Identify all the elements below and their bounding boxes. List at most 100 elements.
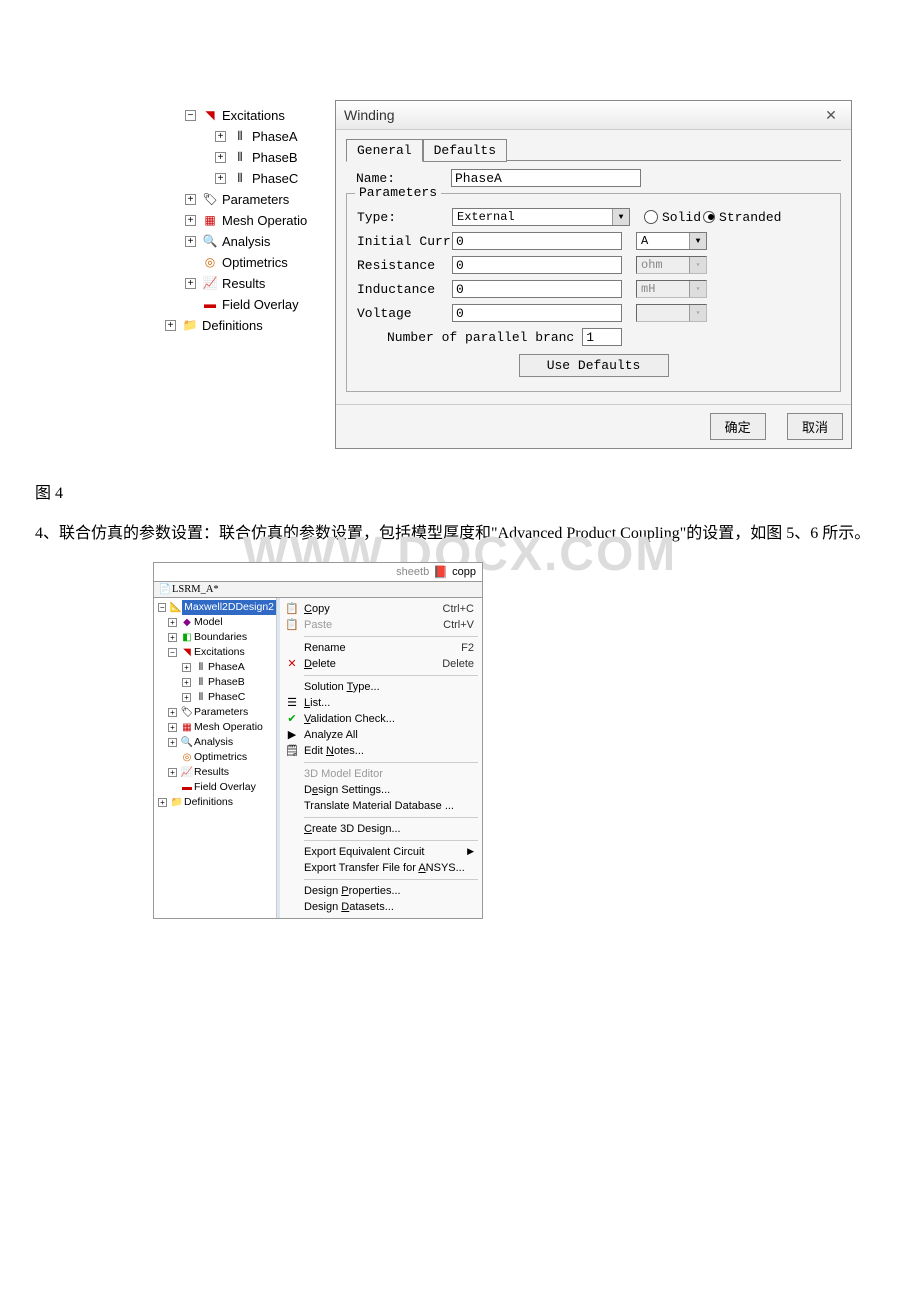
tree-node-definitions[interactable]: +📁Definitions — [160, 315, 335, 336]
name-input[interactable] — [451, 169, 641, 187]
boundary-icon: ◧ — [180, 630, 194, 645]
chevron-down-icon: ▾ — [689, 305, 706, 321]
project-tree[interactable]: −◥Excitations +⦀PhaseA +⦀PhaseB +⦀PhaseC… — [160, 100, 335, 336]
tree-node-parameters[interactable]: +🏷Parameters — [160, 189, 335, 210]
menuitem-validation[interactable]: ✔Validation Check... — [280, 711, 482, 727]
tree-node-phaseC-sm[interactable]: +⦀PhaseC — [154, 690, 276, 705]
resistance-input[interactable] — [452, 256, 622, 274]
winding-icon: ⦀ — [194, 675, 208, 690]
menuitem-export-circuit[interactable]: Export Equivalent Circuit▶ — [280, 844, 482, 860]
tree-node-parameters-sm[interactable]: +🏷Parameters — [154, 705, 276, 720]
project-name: LSRM_A* — [172, 584, 219, 595]
inductance-input[interactable] — [452, 280, 622, 298]
menuitem-edit-notes[interactable]: 🗒Edit Notes... — [280, 743, 482, 759]
menuitem-design-properties[interactable]: Design Properties... — [280, 883, 482, 899]
tree-node-definitions-sm[interactable]: +📁Definitions — [154, 795, 276, 810]
cancel-button[interactable]: 取消 — [787, 413, 843, 440]
check-icon: ✔ — [285, 712, 299, 725]
tree-node-optimetrics[interactable]: ◎Optimetrics — [160, 252, 335, 273]
tree-node-excitations[interactable]: −◥Excitations — [160, 105, 335, 126]
menuitem-3d-editor: 3D Model Editor — [280, 766, 482, 782]
parameters-legend: Parameters — [355, 185, 441, 200]
design-icon: 📐 — [169, 600, 182, 615]
winding-icon: ⦀ — [231, 126, 249, 147]
voltage-input[interactable] — [452, 304, 622, 322]
optimetrics-icon: ◎ — [201, 252, 219, 273]
tree-node-mesh[interactable]: +▦Mesh Operatio — [160, 210, 335, 231]
tree-node-mesh-sm[interactable]: +▦Mesh Operatio — [154, 720, 276, 735]
optimetrics-icon: ◎ — [180, 750, 194, 765]
folder-icon: 📕 — [433, 565, 448, 579]
folder-icon: 📁 — [170, 795, 184, 810]
tree-node-boundaries[interactable]: +◧Boundaries — [154, 630, 276, 645]
results-icon: 📈 — [201, 273, 219, 294]
initial-current-input[interactable] — [452, 232, 622, 250]
menuitem-rename[interactable]: RenameF2 — [280, 640, 482, 656]
resistance-unit: ohm▾ — [636, 256, 707, 274]
analyze-icon: ▶ — [285, 728, 299, 741]
winding-icon: ⦀ — [231, 168, 249, 189]
menuitem-list[interactable]: ☰List... — [280, 695, 482, 711]
paste-icon: 📋 — [285, 618, 299, 631]
tree-node-results[interactable]: +📈Results — [160, 273, 335, 294]
radio-solid[interactable]: Solid — [644, 210, 701, 225]
tree-node-model[interactable]: +◆Model — [154, 615, 276, 630]
excitation-icon: ◥ — [201, 105, 219, 126]
radio-stranded[interactable]: Stranded — [703, 210, 781, 225]
project-icon: 📄 — [158, 584, 172, 595]
name-label: Name: — [356, 171, 451, 186]
mesh-icon: ▦ — [180, 720, 194, 735]
fieldoverlay-icon: ▬ — [180, 780, 194, 795]
tree-node-excitations-sm[interactable]: −◥Excitations — [154, 645, 276, 660]
tree-node-phaseC[interactable]: +⦀PhaseC — [160, 168, 335, 189]
analysis-icon: 🔍 — [180, 735, 194, 750]
type-select[interactable]: External▼ — [452, 208, 630, 226]
tree-node-phaseA[interactable]: +⦀PhaseA — [160, 126, 335, 147]
excitation-icon: ◥ — [180, 645, 194, 660]
menuitem-analyze-all[interactable]: ▶Analyze All — [280, 727, 482, 743]
menuitem-solution-type[interactable]: Solution Type... — [280, 679, 482, 695]
voltage-label: Voltage — [357, 306, 452, 321]
model-icon: ◆ — [180, 615, 194, 630]
chevron-down-icon: ▼ — [689, 233, 706, 249]
menuitem-design-datasets[interactable]: Design Datasets... — [280, 899, 482, 915]
tree-node-analysis[interactable]: +🔍Analysis — [160, 231, 335, 252]
fieldoverlay-icon: ▬ — [201, 294, 219, 315]
tree-node-optimetrics-sm[interactable]: ◎Optimetrics — [154, 750, 276, 765]
menuitem-create-3d[interactable]: Create 3D Design... — [280, 821, 482, 837]
ok-button[interactable]: 确定 — [710, 413, 766, 440]
tree-node-fieldoverlays[interactable]: ▬Field Overlay — [160, 294, 335, 315]
type-label: Type: — [357, 210, 452, 225]
sheet-label: sheetb — [160, 566, 429, 578]
menuitem-design-settings[interactable]: Design Settings... — [280, 782, 482, 798]
tree-node-fieldoverlay-sm[interactable]: ▬Field Overlay — [154, 780, 276, 795]
winding-icon: ⦀ — [231, 147, 249, 168]
tree-node-phaseA-sm[interactable]: +⦀PhaseA — [154, 660, 276, 675]
menuitem-export-ansys[interactable]: Export Transfer File for ANSYS... — [280, 860, 482, 876]
menuitem-delete[interactable]: ✕DeleteDelete — [280, 656, 482, 672]
tree-node-phaseB[interactable]: +⦀PhaseB — [160, 147, 335, 168]
tab-strip: GeneralDefaults — [346, 138, 841, 161]
menuitem-copy[interactable]: 📋CCopyopyCtrl+C — [280, 601, 482, 617]
topbar-text: copp — [452, 566, 476, 578]
menuitem-paste: 📋PasteCtrl+V — [280, 617, 482, 633]
folder-icon: 📁 — [181, 315, 199, 336]
winding-dialog: Winding ✕ GeneralDefaults Name: Paramete… — [335, 100, 852, 449]
tree-node-design[interactable]: −📐Maxwell2DDesign2 — [154, 600, 276, 615]
chevron-down-icon: ▾ — [689, 281, 706, 297]
chevron-down-icon: ▼ — [612, 209, 629, 225]
tab-general[interactable]: General — [346, 139, 423, 162]
initial-current-unit[interactable]: A▼ — [636, 232, 707, 250]
tree-node-phaseB-sm[interactable]: +⦀PhaseB — [154, 675, 276, 690]
parallel-branch-input[interactable] — [582, 328, 622, 346]
tree-node-results-sm[interactable]: +📈Results — [154, 765, 276, 780]
analysis-icon: 🔍 — [201, 231, 219, 252]
close-icon[interactable]: ✕ — [819, 107, 843, 123]
tab-defaults[interactable]: Defaults — [423, 139, 507, 162]
figure-5-screenshot: sheetb 📕 copp 📄LSRM_A* −📐Maxwell2DDesign… — [153, 562, 483, 919]
copy-icon: 📋 — [285, 602, 299, 615]
tree-node-analysis-sm[interactable]: +🔍Analysis — [154, 735, 276, 750]
use-defaults-button[interactable]: Use Defaults — [519, 354, 669, 377]
menuitem-translate-db[interactable]: Translate Material Database ... — [280, 798, 482, 814]
project-tree-small[interactable]: −📐Maxwell2DDesign2 +◆Model +◧Boundaries … — [154, 598, 277, 918]
